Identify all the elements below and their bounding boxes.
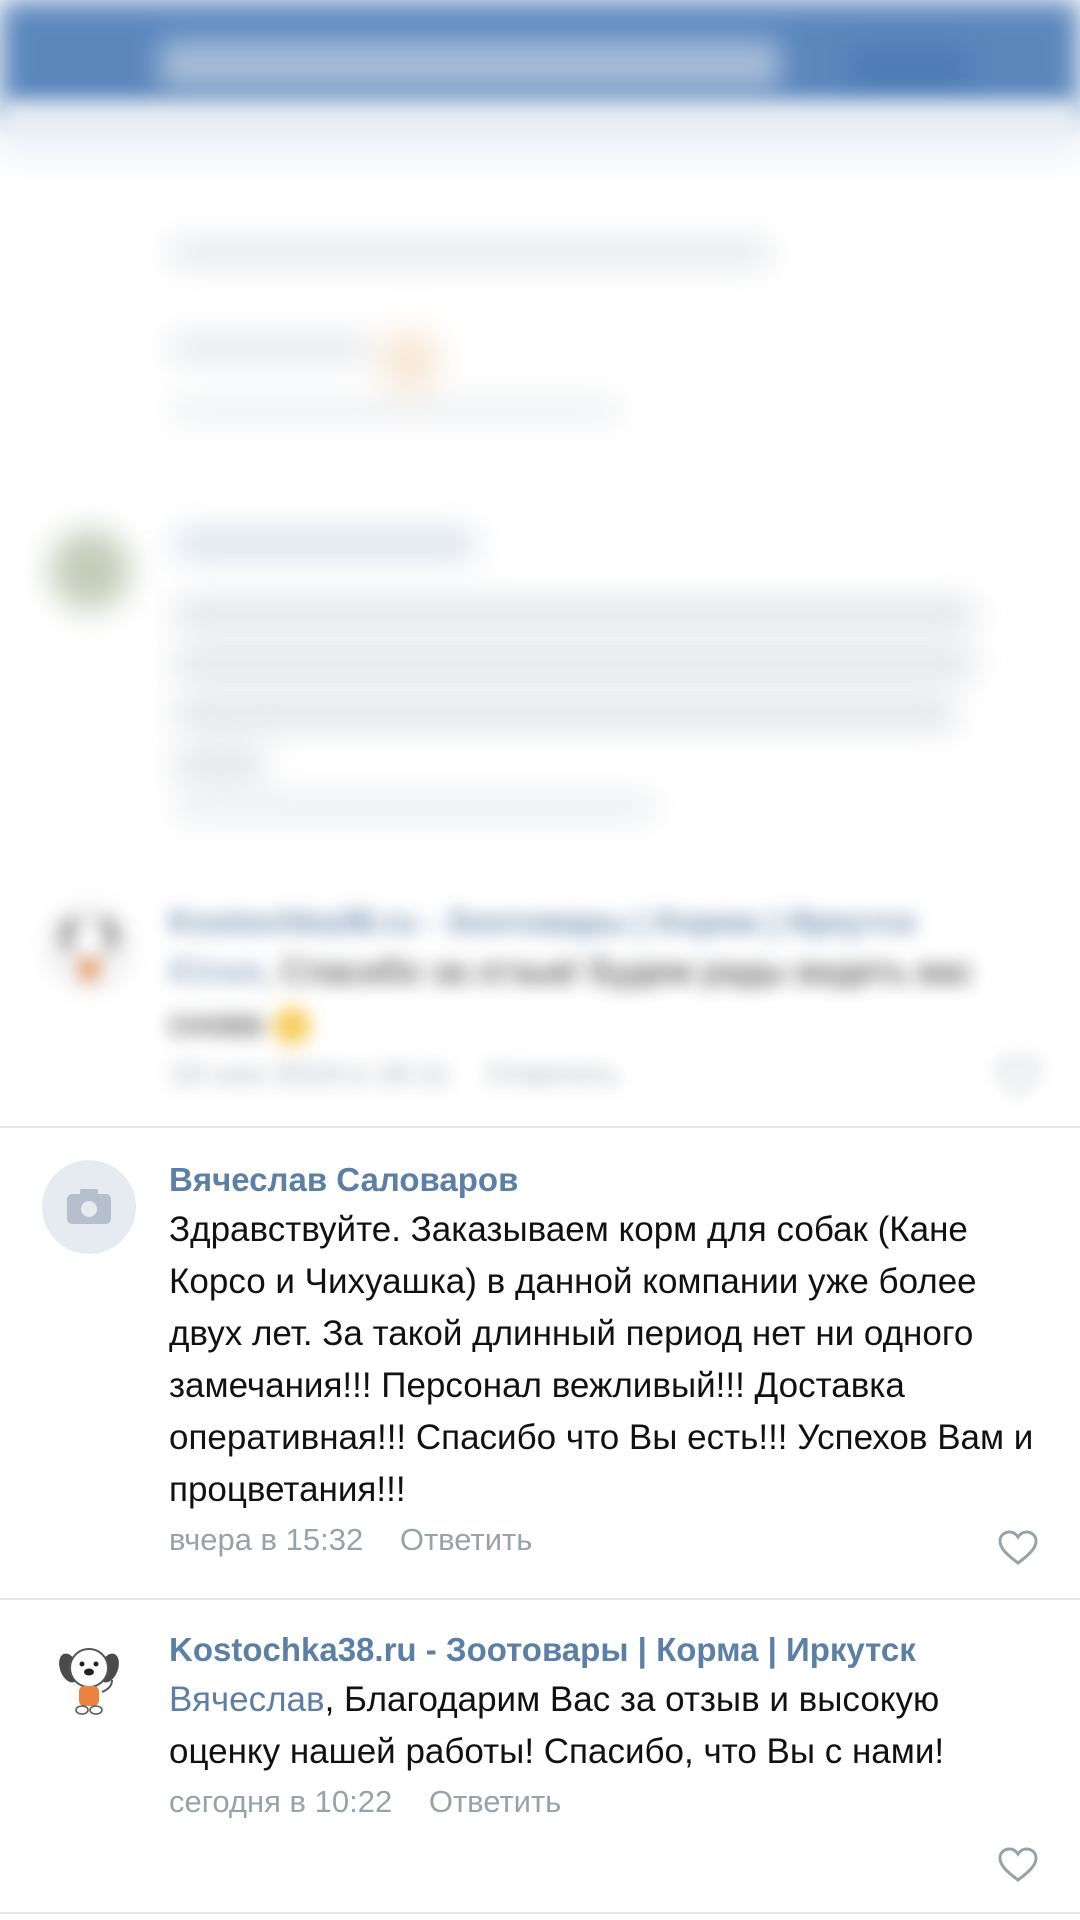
dog-mascot-icon [42, 900, 136, 994]
commenter-avatar [50, 530, 130, 610]
comment-2 [0, 510, 1080, 830]
heart-icon[interactable] [998, 1530, 1038, 1566]
reply-button[interactable]: Ответить [486, 1056, 619, 1091]
camera-icon [67, 1189, 111, 1224]
comment-author[interactable]: Kostochka38.ru - Зоотовары | Корма | Ирк… [169, 1628, 1040, 1672]
comment-meta: 19 ноя 2019 в 18:11 Ответить [169, 1054, 1040, 1094]
comment-author[interactable]: Вячеслав Саловаров [169, 1158, 1040, 1202]
heart-icon[interactable] [998, 1847, 1038, 1883]
comment-author[interactable]: Kostochka38.ru - Зоотовары | Корма | Ирк… [169, 903, 916, 940]
comment-shop-reply-1: Kostochka38.ru - Зоотовары | Корма | Ирк… [0, 880, 1080, 1130]
comment-divider [0, 1126, 1080, 1128]
comment-body: Kostochka38.ru - Зоотовары | Корма | Ирк… [169, 1628, 1040, 1822]
comment-time: вчера в 15:32 [169, 1522, 364, 1557]
comment-divider [0, 1912, 1080, 1914]
comment-customer: Вячеслав Саловаров Здравствуйте. Заказыв… [0, 1130, 1080, 1600]
comment-meta: вчера в 15:32 Ответить [169, 1520, 1040, 1560]
reply-button[interactable]: Ответить [429, 1784, 562, 1819]
comment-body: Вячеслав Саловаров Здравствуйте. Заказыв… [169, 1158, 1040, 1560]
comment-time: сегодня в 10:22 [169, 1784, 393, 1819]
top-bar-title-area [160, 40, 780, 90]
comment-time: 19 ноя 2019 в 18:11 [169, 1056, 450, 1091]
comment-text: Вячеслав, Благодарим Вас за отзыв и высо… [169, 1674, 1040, 1778]
comment-mention[interactable]: Юлия [169, 952, 262, 991]
comment-1 [0, 180, 1080, 420]
comment-shop-reply-2: Kostochka38.ru - Зоотовары | Корма | Ирк… [0, 1600, 1080, 1920]
top-bar-button [850, 45, 970, 90]
commenter-avatar[interactable] [42, 1160, 136, 1254]
dog-mascot-icon[interactable] [42, 1630, 136, 1724]
comment-body: Kostochka38.ru - Зоотовары | Корма | Ирк… [169, 900, 1040, 1094]
comment-text: Здравствуйте. Заказываем корм для собак … [169, 1210, 1034, 1509]
comment-mention[interactable]: Вячеслав [169, 1680, 325, 1719]
smile-emoji-icon [272, 1006, 311, 1045]
comment-text: Юлия, Спасибо за отзыв! Будем рады видет… [169, 946, 1040, 1050]
comment-meta: сегодня в 10:22 Ответить [169, 1782, 1040, 1822]
top-bar-shadow [0, 100, 1080, 180]
heart-icon[interactable] [998, 1058, 1038, 1094]
reply-button[interactable]: Ответить [400, 1522, 533, 1557]
